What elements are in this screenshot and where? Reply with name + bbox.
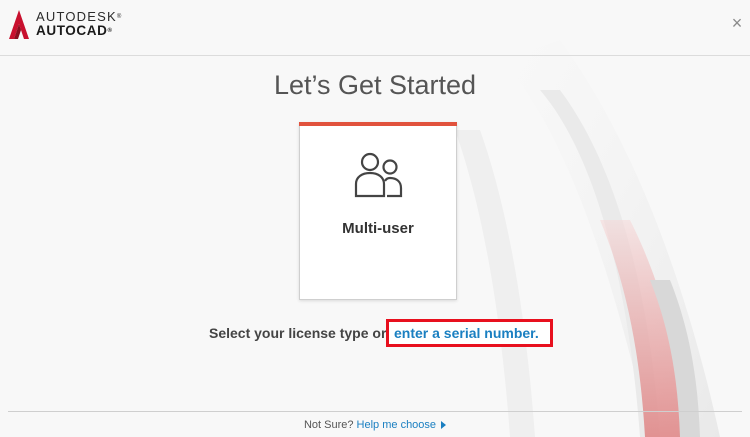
header-divider xyxy=(0,55,750,56)
not-sure-text: Not Sure? xyxy=(303,419,354,431)
autodesk-autocad-logo: AUTODESK® AUTOCAD® xyxy=(6,8,123,40)
autocad-a-logo-icon xyxy=(9,10,29,39)
help-me-choose-link[interactable]: Help me choose xyxy=(357,419,437,431)
header: AUTODESK® AUTOCAD® × xyxy=(0,0,750,55)
autocad-license-window: AUTODESK® AUTOCAD® × Let’s Get Started M… xyxy=(0,0,750,437)
registered-mark: ® xyxy=(107,28,113,34)
caret-right-icon xyxy=(441,421,447,430)
footer-divider xyxy=(8,411,742,412)
product-name-autocad: AUTOCAD xyxy=(36,23,108,38)
license-option-label: Multi-user xyxy=(342,220,414,237)
registered-mark: ® xyxy=(116,14,123,20)
close-icon[interactable]: × xyxy=(728,14,746,32)
page-title: Let’s Get Started xyxy=(273,70,477,100)
enter-serial-number-link[interactable]: enter a serial number. xyxy=(394,325,539,341)
multi-user-license-card[interactable]: Multi-user xyxy=(299,122,457,300)
footer: Not Sure? Help me choose xyxy=(0,419,750,431)
brand-name-autodesk: AUTODESK xyxy=(36,9,117,24)
card-accent-bar xyxy=(299,122,457,126)
users-icon xyxy=(354,152,403,198)
license-prompt-text: Select your license type or xyxy=(209,325,387,341)
